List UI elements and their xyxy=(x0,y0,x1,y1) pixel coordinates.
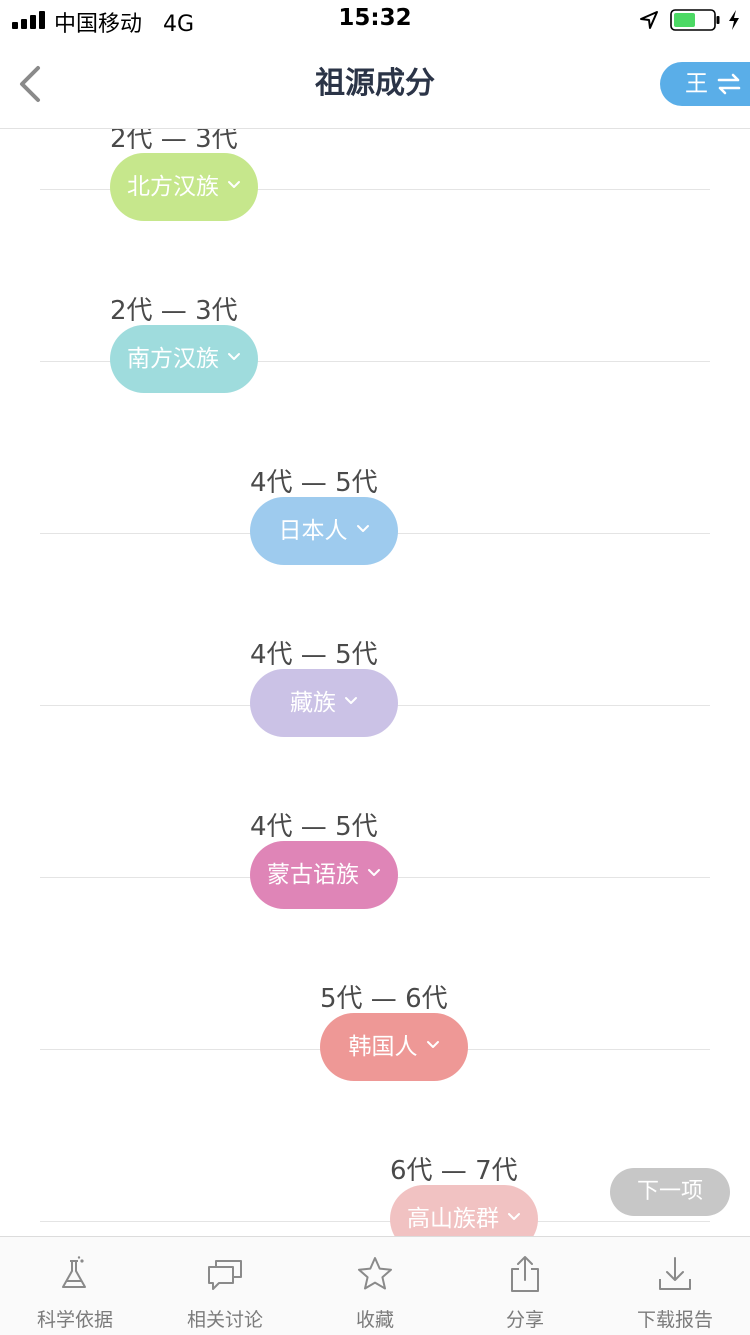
population-pill[interactable]: 藏族 xyxy=(250,669,398,737)
profile-switch-button[interactable]: 王 xyxy=(660,62,750,106)
timeline-row: 4代 — 5代日本人 xyxy=(0,462,750,634)
chat-bubbles-icon xyxy=(208,1260,242,1290)
charging-icon xyxy=(729,10,739,30)
population-name: 南方汉族 xyxy=(127,346,219,372)
timeline-row: 2代 — 3代南方汉族 xyxy=(0,290,750,462)
generation-range: 5代 — 6代 xyxy=(320,984,448,1014)
population-name: 蒙古语族 xyxy=(267,862,359,888)
page-title: 祖源成分 xyxy=(315,66,435,101)
generation-range: 6代 — 7代 xyxy=(390,1156,518,1186)
flask-icon xyxy=(62,1256,86,1288)
profile-name: 王 xyxy=(685,71,708,97)
location-arrow-icon xyxy=(640,11,658,29)
population-pill[interactable]: 北方汉族 xyxy=(110,153,258,221)
chevron-down-icon xyxy=(508,1212,520,1220)
population-name: 高山族群 xyxy=(407,1206,499,1232)
bottom-tab-bar: 科学依据 相关讨论 收藏 分享 下载报告 xyxy=(0,1236,750,1335)
population-pill[interactable]: 蒙古语族 xyxy=(250,841,398,909)
download-icon xyxy=(659,1257,691,1290)
timeline-line xyxy=(40,1221,710,1222)
back-button[interactable] xyxy=(14,62,50,106)
tab-share[interactable]: 分享 xyxy=(450,1237,600,1335)
chevron-down-icon xyxy=(426,1040,439,1048)
timeline-row: 5代 — 6代韩国人 xyxy=(0,978,750,1150)
timeline-row: 4代 — 5代藏族 xyxy=(0,634,750,806)
status-bar: 中国移动 4G 15:32 xyxy=(0,0,750,40)
tab-label: 相关讨论 xyxy=(186,1309,263,1331)
tab-download-report[interactable]: 下载报告 xyxy=(600,1237,750,1335)
population-name: 藏族 xyxy=(290,690,336,716)
chevron-down-icon xyxy=(228,352,240,360)
population-pill[interactable]: 韩国人 xyxy=(320,1013,468,1081)
timeline-row: 4代 — 5代蒙古语族 xyxy=(0,806,750,978)
tab-label: 收藏 xyxy=(355,1309,394,1331)
chevron-down-icon xyxy=(345,696,357,704)
population-pill[interactable]: 高山族群 xyxy=(390,1185,538,1236)
ancestry-timeline[interactable]: 2代 — 3代 北方汉族 2代 — 3代 南方汉族 4代 — 5代 日本人 4代 — 5代藏… xyxy=(0,0,750,1236)
tab-scientific-basis[interactable]: 科学依据 xyxy=(0,1237,150,1335)
population-name: 日本人 xyxy=(278,518,348,544)
generation-range: 2代 — 3代 xyxy=(110,296,238,326)
chevron-left-icon xyxy=(20,66,40,102)
swap-arrows-icon xyxy=(717,73,741,95)
tab-favorite[interactable]: 收藏 xyxy=(300,1237,450,1335)
population-pill[interactable]: 南方汉族 xyxy=(110,325,258,393)
timeline-row: 2代 — 3代 北方汉族 xyxy=(0,118,750,290)
generation-range: 4代 — 5代 xyxy=(250,640,378,670)
population-name: 韩国人 xyxy=(348,1034,418,1060)
generation-range: 4代 — 5代 xyxy=(250,468,378,498)
chevron-down-icon xyxy=(228,180,240,188)
next-item-button[interactable]: 下一项 xyxy=(610,1168,730,1216)
population-name: 北方汉族 xyxy=(127,174,219,200)
chevron-down-icon xyxy=(368,868,380,876)
star-icon xyxy=(358,1257,392,1290)
tab-label: 分享 xyxy=(505,1309,544,1331)
tab-label: 科学依据 xyxy=(36,1309,113,1331)
population-pill[interactable]: 日本人 xyxy=(250,497,398,565)
chevron-down-icon xyxy=(356,524,369,532)
share-icon xyxy=(511,1256,539,1292)
generation-range: 4代 — 5代 xyxy=(250,812,378,842)
tab-discussion[interactable]: 相关讨论 xyxy=(150,1237,300,1335)
navigation-bar: 祖源成分 王 xyxy=(0,40,750,129)
battery-icon xyxy=(670,9,720,31)
tab-label: 下载报告 xyxy=(636,1309,713,1331)
